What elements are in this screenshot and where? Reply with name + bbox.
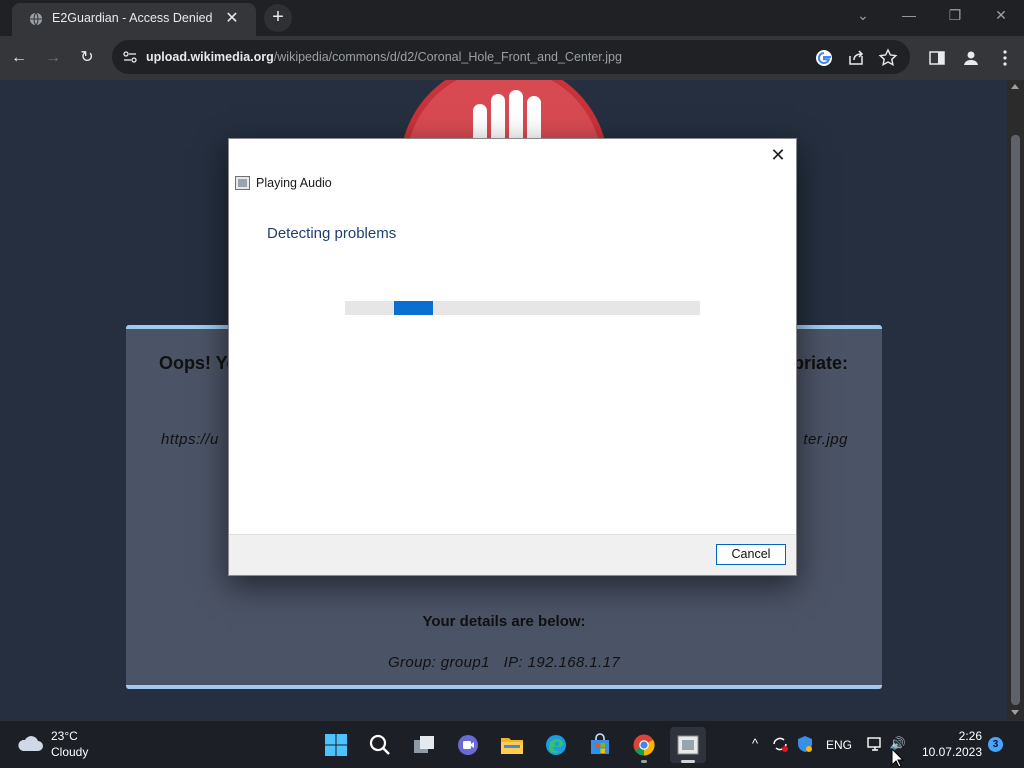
browser-toolbar: ← → ↻ upload.wikimedia.org/wikipedia/com…: [0, 36, 1024, 80]
bookmark-star-icon[interactable]: [878, 48, 898, 68]
browser-tab[interactable]: E2Guardian - Access Denied ✕: [12, 3, 256, 36]
chrome-running-indicator: [641, 760, 647, 763]
dialog-close-icon[interactable]: ✕: [766, 143, 790, 167]
new-tab-button[interactable]: +: [264, 4, 292, 32]
weather-condition[interactable]: Cloudy: [51, 745, 88, 759]
dialog-footer: Cancel: [229, 534, 796, 575]
edge-icon: [546, 735, 566, 755]
blocked-url-end: ter.jpg: [803, 431, 848, 448]
language-indicator[interactable]: ENG: [826, 738, 852, 752]
minimize-button[interactable]: —: [895, 4, 923, 26]
search-button[interactable]: [362, 727, 398, 763]
notification-badge[interactable]: 3: [988, 737, 1003, 752]
clock-time[interactable]: 2:26: [920, 729, 982, 743]
tray-chevron-icon[interactable]: ^: [746, 735, 764, 753]
search-icon: [369, 734, 390, 755]
details-group-ip: Group: group1 IP: 192.168.1.17: [387, 654, 621, 671]
denied-message-end: priate:: [792, 353, 848, 373]
page-scrollbar[interactable]: [1007, 80, 1024, 720]
troubleshooter-icon: [235, 176, 250, 190]
back-button[interactable]: ←: [5, 44, 33, 72]
progress-fill: [393, 301, 434, 315]
troubleshooter-active-indicator: [681, 760, 695, 763]
sync-alert-icon[interactable]: [771, 735, 789, 753]
taskbar: 23°C Cloudy ^ ENG 🔊 2:26 10.07.2023 3: [0, 720, 1024, 768]
weather-temp[interactable]: 23°C: [51, 729, 78, 743]
details-heading: Your details are below:: [422, 613, 586, 630]
url-host: upload.wikimedia.org: [146, 50, 274, 64]
globe-icon: [29, 12, 43, 26]
profile-icon[interactable]: [961, 48, 981, 68]
folder-icon: [501, 738, 523, 754]
window-close-button[interactable]: ✕: [987, 4, 1015, 26]
troubleshooter-dialog: ✕ Playing Audio Detecting problems Cance…: [228, 138, 797, 576]
tab-title: E2Guardian - Access Denied: [52, 11, 213, 25]
troubleshooter-app-icon: [677, 735, 699, 755]
task-view-icon: [414, 736, 434, 753]
browser-titlebar: E2Guardian - Access Denied ✕ + ⌄ — ❐ ✕: [0, 0, 1024, 36]
url-path: /wikipedia/commons/d/d2/Coronal_Hole_Fro…: [273, 50, 622, 64]
clock-date[interactable]: 10.07.2023: [920, 745, 982, 759]
dialog-title: Playing Audio: [256, 176, 332, 190]
windows-icon: [325, 734, 347, 756]
dialog-heading: Detecting problems: [267, 225, 397, 242]
reload-button[interactable]: ↻: [73, 44, 101, 72]
teams-chat-button[interactable]: [450, 727, 486, 763]
tab-search-icon[interactable]: ⌄: [849, 4, 877, 26]
task-view-button[interactable]: [406, 727, 442, 763]
google-lens-icon[interactable]: [814, 48, 834, 68]
scroll-down-icon[interactable]: [1011, 710, 1019, 715]
troubleshooter-app-button[interactable]: [670, 727, 706, 763]
store-icon: [591, 733, 609, 754]
cloud-icon[interactable]: [16, 733, 44, 753]
address-bar[interactable]: upload.wikimedia.org/wikipedia/commons/d…: [112, 40, 910, 74]
side-panel-icon[interactable]: [927, 48, 947, 68]
progress-bar: [345, 301, 700, 315]
scroll-thumb[interactable]: [1011, 135, 1020, 705]
tab-close-icon[interactable]: ✕: [222, 9, 242, 29]
file-explorer-button[interactable]: [494, 727, 530, 763]
restore-button[interactable]: ❐: [941, 4, 969, 26]
blocked-url-start: https://u: [161, 431, 219, 448]
start-button[interactable]: [318, 727, 354, 763]
chrome-icon: [633, 734, 655, 756]
url-text[interactable]: upload.wikimedia.org/wikipedia/commons/d…: [146, 50, 622, 64]
mouse-cursor-icon: [891, 748, 905, 768]
security-shield-icon[interactable]: [796, 735, 814, 753]
scroll-up-icon[interactable]: [1011, 84, 1019, 89]
store-button[interactable]: [582, 727, 618, 763]
site-info-icon[interactable]: [122, 49, 138, 65]
forward-button[interactable]: →: [39, 44, 67, 72]
share-icon[interactable]: [846, 48, 866, 68]
menu-kebab-icon[interactable]: [995, 48, 1015, 68]
network-icon[interactable]: [866, 735, 884, 753]
chat-icon: [458, 735, 478, 755]
cancel-button[interactable]: Cancel: [716, 544, 786, 565]
chrome-button[interactable]: [626, 727, 662, 763]
edge-button[interactable]: [538, 727, 574, 763]
